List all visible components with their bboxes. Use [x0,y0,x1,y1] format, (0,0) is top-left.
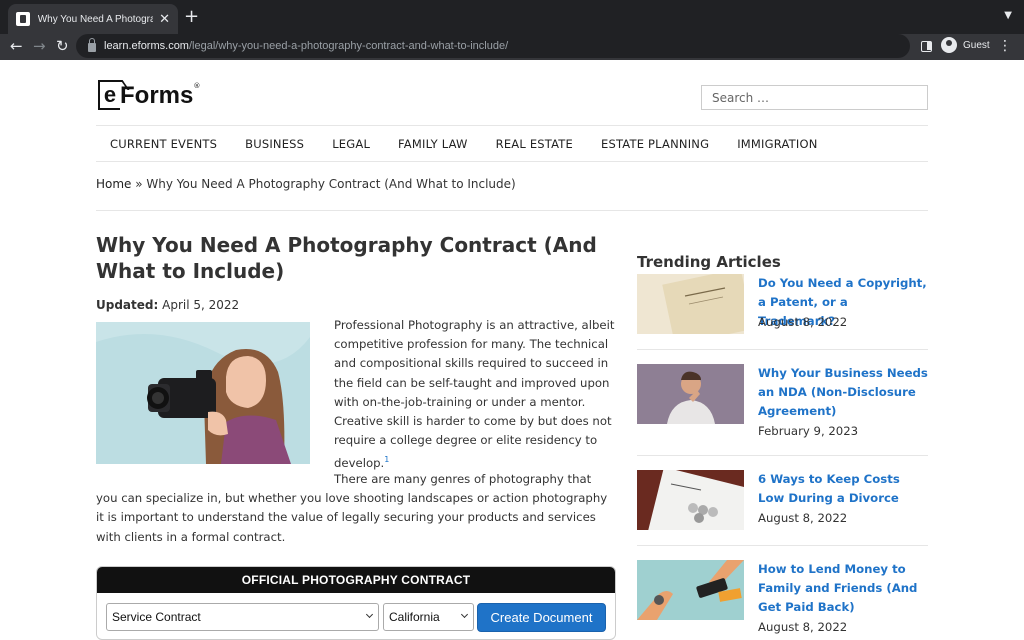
contract-type-value: Service Contract [112,610,201,624]
url-path: /legal/why-you-need-a-photography-contra… [188,40,509,52]
breadcrumb-current: Why You Need A Photography Contract (And… [146,177,516,191]
hero-image-photographer [96,322,310,464]
divorce-petition-image [637,470,744,530]
page-title: Why You Need A Photography Contract (And… [96,233,597,283]
article-title-link[interactable]: 6 Ways to Keep Costs Low During a Divorc… [758,470,928,508]
intro-text: Professional Photography is an attractiv… [334,318,615,471]
chevron-down-icon [365,610,374,619]
close-tab-icon[interactable]: ✕ [159,12,170,27]
contract-widget: OFFICIAL PHOTOGRAPHY CONTRACT Service Co… [96,566,616,640]
article-thumbnail-copyright[interactable] [637,274,744,334]
profile-name: Guest [963,39,990,51]
genres-paragraph: There are many genres of photography tha… [96,470,616,547]
tab-title: Why You Need A Photography [37,13,154,25]
photographer-illustration [96,322,310,464]
chevron-down-icon [460,610,469,619]
avatar-icon [941,37,957,53]
article-date: August 8, 2022 [758,620,848,634]
article-divider [637,545,928,546]
profile-button[interactable]: Guest [941,37,990,53]
footnote-link[interactable]: 1 [384,455,389,464]
trending-article[interactable]: Why Your Business Needs an NDA (Non-Disc… [637,364,928,438]
trending-article[interactable]: How to Lend Money to Family and Friends … [637,560,928,634]
browser-tab-bar: Why You Need A Photography ✕ + ▼ [0,0,1024,34]
create-document-button[interactable]: Create Document [477,603,606,632]
state-select[interactable]: California [383,603,474,631]
lock-icon[interactable] [88,37,96,52]
back-arrow-icon[interactable]: ← [10,36,23,56]
widget-heading: OFFICIAL PHOTOGRAPHY CONTRACT [97,567,615,593]
article-thumbnail-lend-money[interactable] [637,560,744,620]
logo-registered-mark: ® [193,82,201,90]
new-tab-icon[interactable]: + [184,7,199,27]
trending-articles-heading: Trending Articles [637,253,781,271]
genres-text: There are many genres of photography tha… [96,472,608,544]
nav-real-estate[interactable]: REAL ESTATE [496,137,573,151]
forward-arrow-icon[interactable]: → [33,36,46,56]
browser-toolbar: ← → ↻ learn.eforms.com/legal/why-you-nee… [0,34,1024,60]
article-thumbnail-divorce[interactable] [637,470,744,530]
breadcrumb: Home » Why You Need A Photography Contra… [96,177,516,191]
tab-search-chevron-icon[interactable]: ▼ [1004,10,1012,21]
nav-business[interactable]: BUSINESS [245,137,304,151]
breadcrumb-divider [96,210,928,211]
nav-bottom-divider [96,161,928,162]
address-bar[interactable]: learn.eforms.com/legal/why-you-need-a-ph… [76,34,910,58]
main-nav: CURRENT EVENTS BUSINESS LEGAL FAMILY LAW… [96,126,928,161]
contract-type-select[interactable]: Service Contract [106,603,379,631]
logo-e-mark: e [98,80,120,110]
copyright-document-image [637,274,744,334]
page-favicon-icon [16,12,30,26]
url-host: learn.eforms.com [104,40,189,52]
nav-immigration[interactable]: IMMIGRATION [737,137,817,151]
trending-article[interactable]: Do You Need a Copyright, a Patent, or a … [637,274,928,336]
nav-family-law[interactable]: FAMILY LAW [398,137,468,151]
updated-value: April 5, 2022 [158,298,240,312]
updated-date: Updated: April 5, 2022 [96,298,239,312]
more-menu-icon[interactable]: ⋮ [998,38,1012,54]
state-value: California [389,610,440,624]
article-title-link[interactable]: How to Lend Money to Family and Friends … [758,560,928,618]
article-date: August 8, 2022 [758,315,848,329]
article-thumbnail-nda[interactable] [637,364,744,424]
lending-money-hands-image [637,560,744,620]
reload-icon[interactable]: ↻ [56,36,69,56]
breadcrumb-separator: » [131,177,147,191]
side-panel-icon[interactable] [921,41,932,52]
eforms-logo[interactable]: e Forms ® [98,78,200,110]
intro-paragraph: Professional Photography is an attractiv… [334,316,616,474]
updated-label: Updated: [96,298,159,312]
url-text: learn.eforms.com/legal/why-you-need-a-ph… [104,40,508,52]
article-date: February 9, 2023 [758,424,859,438]
article-divider [637,455,928,456]
nav-legal[interactable]: LEGAL [332,137,370,151]
article-date: August 8, 2022 [758,511,848,525]
article-title-link[interactable]: Why Your Business Needs an NDA (Non-Disc… [758,364,928,422]
nav-current-events[interactable]: CURRENT EVENTS [110,137,217,151]
browser-tab[interactable]: Why You Need A Photography ✕ [8,4,178,34]
article-divider [637,349,928,350]
logo-text: Forms [120,82,194,109]
breadcrumb-home[interactable]: Home [96,177,131,191]
trending-article[interactable]: 6 Ways to Keep Costs Low During a Divorc… [637,470,928,532]
nav-estate-planning[interactable]: ESTATE PLANNING [601,137,709,151]
nda-person-image [637,364,744,424]
search-input[interactable] [701,85,928,110]
